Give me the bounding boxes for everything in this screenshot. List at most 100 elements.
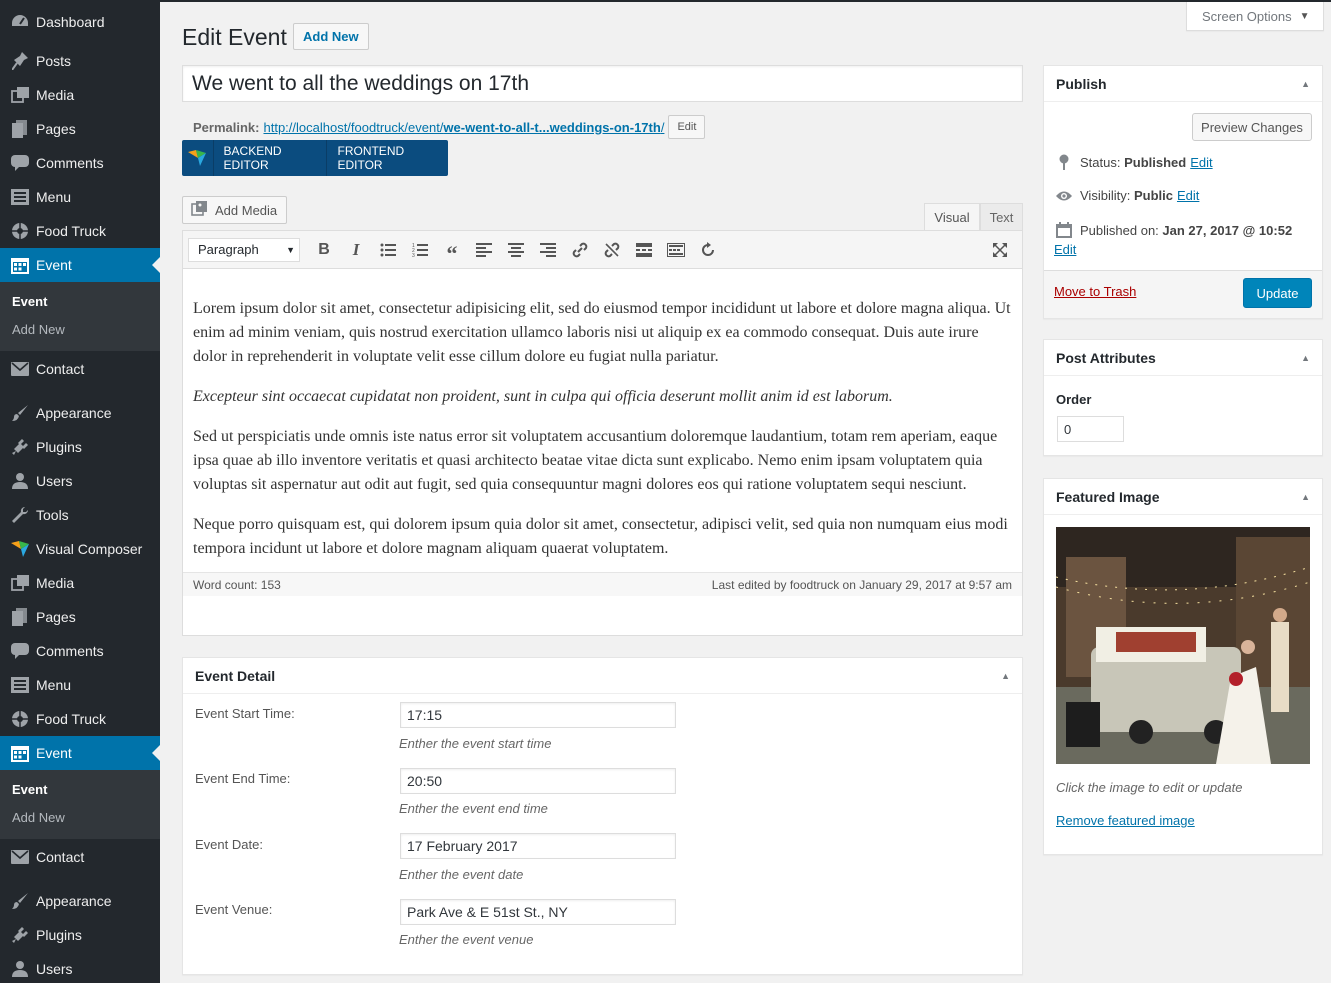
status-edit-link[interactable]: Edit xyxy=(1190,155,1212,170)
eye-icon xyxy=(1054,190,1074,202)
submenu-add-new[interactable]: Add New xyxy=(0,316,160,344)
sidebar-item-pages[interactable]: Pages xyxy=(0,600,160,634)
post-attributes-header[interactable]: Post Attributes ▲ xyxy=(1044,340,1322,376)
collapse-up-icon[interactable]: ▲ xyxy=(1301,353,1310,363)
post-attributes-title: Post Attributes xyxy=(1056,349,1156,366)
backend-editor-button[interactable]: BACKEND EDITOR xyxy=(214,140,328,176)
permalink-edit-button[interactable]: Edit xyxy=(668,115,706,139)
sidebar-item-label: Plugins xyxy=(36,927,82,943)
update-button[interactable]: Update xyxy=(1243,278,1312,308)
tab-text[interactable]: Text xyxy=(980,203,1023,231)
move-to-trash-link[interactable]: Move to Trash xyxy=(1054,284,1136,299)
featured-image-hint: Click the image to edit or update xyxy=(1056,780,1243,795)
collapse-up-icon[interactable]: ▲ xyxy=(1001,671,1010,681)
event-end-input[interactable]: 20:50 xyxy=(400,768,676,794)
toolbar-toggle-icon[interactable] xyxy=(660,236,692,264)
preview-changes-button[interactable]: Preview Changes xyxy=(1192,113,1312,141)
sidebar-item-media[interactable]: Media xyxy=(0,78,160,112)
remove-featured-image-link[interactable]: Remove featured image xyxy=(1056,813,1195,828)
submenu-event[interactable]: Event xyxy=(0,288,160,316)
align-left-icon[interactable] xyxy=(468,236,500,264)
sidebar-item-plugins[interactable]: Plugins xyxy=(0,918,160,952)
screen-options-button[interactable]: Screen Options ▼ xyxy=(1186,2,1324,31)
italic-icon[interactable]: I xyxy=(340,236,372,264)
sidebar-item-appearance[interactable]: Appearance xyxy=(0,396,160,430)
sidebar-item-event[interactable]: Event xyxy=(0,248,160,282)
add-media-label: Add Media xyxy=(215,202,278,218)
plugins-icon xyxy=(10,925,30,945)
permalink-link[interactable]: http://localhost/foodtruck/event/we-went… xyxy=(263,120,664,135)
published-edit-link[interactable]: Edit xyxy=(1054,242,1076,257)
food-truck-icon xyxy=(10,709,30,729)
sidebar-item-users[interactable]: Users xyxy=(0,464,160,498)
post-title-input[interactable]: We went to all the weddings on 17th xyxy=(182,65,1023,102)
blockquote-icon[interactable]: “ xyxy=(436,236,468,264)
numbered-list-icon[interactable]: 123 xyxy=(404,236,436,264)
word-count: Word count: 153 xyxy=(193,577,281,592)
sidebar-item-food-truck[interactable]: Food Truck xyxy=(0,702,160,736)
bold-icon[interactable]: B xyxy=(308,236,340,264)
permalink-base: http://localhost/foodtruck/event/ xyxy=(263,119,444,135)
event-date-input[interactable]: 17 February 2017 xyxy=(400,833,676,859)
add-media-icon xyxy=(191,200,209,220)
sidebar-item-users[interactable]: Users xyxy=(0,952,160,983)
align-right-icon[interactable] xyxy=(532,236,564,264)
sidebar-item-label: Media xyxy=(36,87,75,103)
sidebar-item-comments[interactable]: Comments xyxy=(0,146,160,180)
sidebar-item-posts[interactable]: Posts xyxy=(0,44,160,78)
sidebar-item-contact-2[interactable]: Contact xyxy=(0,840,160,874)
submenu-add-new[interactable]: Add New xyxy=(0,804,160,832)
add-media-button[interactable]: Add Media xyxy=(182,196,287,224)
content-paragraph: Lorem ipsum dolor sit amet, consectetur … xyxy=(193,300,1011,365)
bulleted-list-icon[interactable] xyxy=(372,236,404,264)
submenu-event[interactable]: Event xyxy=(0,776,160,804)
users-icon xyxy=(10,471,30,491)
remove-link-icon[interactable] xyxy=(596,236,628,264)
featured-image[interactable] xyxy=(1056,527,1310,764)
event-venue-input[interactable]: Park Ave & E 51st St., NY xyxy=(400,899,676,925)
publish-box: Publish ▲ Preview Changes Status: Publis… xyxy=(1043,65,1323,319)
sidebar-item-appearance[interactable]: Appearance xyxy=(0,884,160,918)
editor-content[interactable]: Lorem ipsum dolor sit amet, consectetur … xyxy=(183,269,1022,572)
sidebar-item-plugins[interactable]: Plugins xyxy=(0,430,160,464)
insert-link-icon[interactable] xyxy=(564,236,596,264)
comment-icon xyxy=(10,153,30,173)
collapse-up-icon[interactable]: ▲ xyxy=(1301,492,1310,502)
event-start-desc: Enther the event start time xyxy=(399,736,552,751)
permalink-label: Permalink: xyxy=(193,119,260,135)
media-icon xyxy=(10,85,30,105)
sidebar-item-pages[interactable]: Pages xyxy=(0,112,160,146)
sidebar-item-comments[interactable]: Comments xyxy=(0,634,160,668)
sidebar-item-menu[interactable]: Menu xyxy=(0,180,160,214)
sidebar-item-menu[interactable]: Menu xyxy=(0,668,160,702)
sidebar-item-event[interactable]: Event xyxy=(0,736,160,770)
read-more-icon[interactable] xyxy=(628,236,660,264)
mail-icon xyxy=(10,847,30,867)
calendar-icon xyxy=(10,255,30,275)
event-detail-box: Event Detail ▲ Event Start Time: 17:15 E… xyxy=(182,657,1023,975)
add-new-button[interactable]: Add New xyxy=(293,23,369,50)
refresh-icon[interactable] xyxy=(692,236,724,264)
event-start-input[interactable]: 17:15 xyxy=(400,702,676,728)
sidebar-item-media[interactable]: Media xyxy=(0,566,160,600)
tools-icon xyxy=(10,505,30,525)
visibility-edit-link[interactable]: Edit xyxy=(1177,188,1199,203)
format-select[interactable]: Paragraph ▼ xyxy=(188,237,300,262)
align-center-icon[interactable] xyxy=(500,236,532,264)
visibility-label: Visibility: xyxy=(1080,188,1131,203)
frontend-editor-button[interactable]: FRONTEND EDITOR xyxy=(327,140,448,176)
sidebar-item-tools[interactable]: Tools xyxy=(0,498,160,532)
sidebar-item-food-truck[interactable]: Food Truck xyxy=(0,214,160,248)
order-input[interactable]: 0 xyxy=(1057,416,1124,442)
sidebar-item-label: Event xyxy=(36,257,72,273)
sidebar-item-label: Dashboard xyxy=(36,14,105,30)
publish-header[interactable]: Publish ▲ xyxy=(1044,66,1322,102)
sidebar-item-contact[interactable]: Contact xyxy=(0,352,160,386)
collapse-up-icon[interactable]: ▲ xyxy=(1301,79,1310,89)
tab-visual[interactable]: Visual xyxy=(924,203,980,231)
fullscreen-icon[interactable] xyxy=(984,236,1016,264)
sidebar-item-dashboard[interactable]: Dashboard xyxy=(0,0,160,44)
sidebar-item-visual-composer[interactable]: Visual Composer xyxy=(0,532,160,566)
event-detail-header[interactable]: Event Detail ▲ xyxy=(183,658,1022,694)
featured-image-header[interactable]: Featured Image ▲ xyxy=(1044,479,1322,515)
